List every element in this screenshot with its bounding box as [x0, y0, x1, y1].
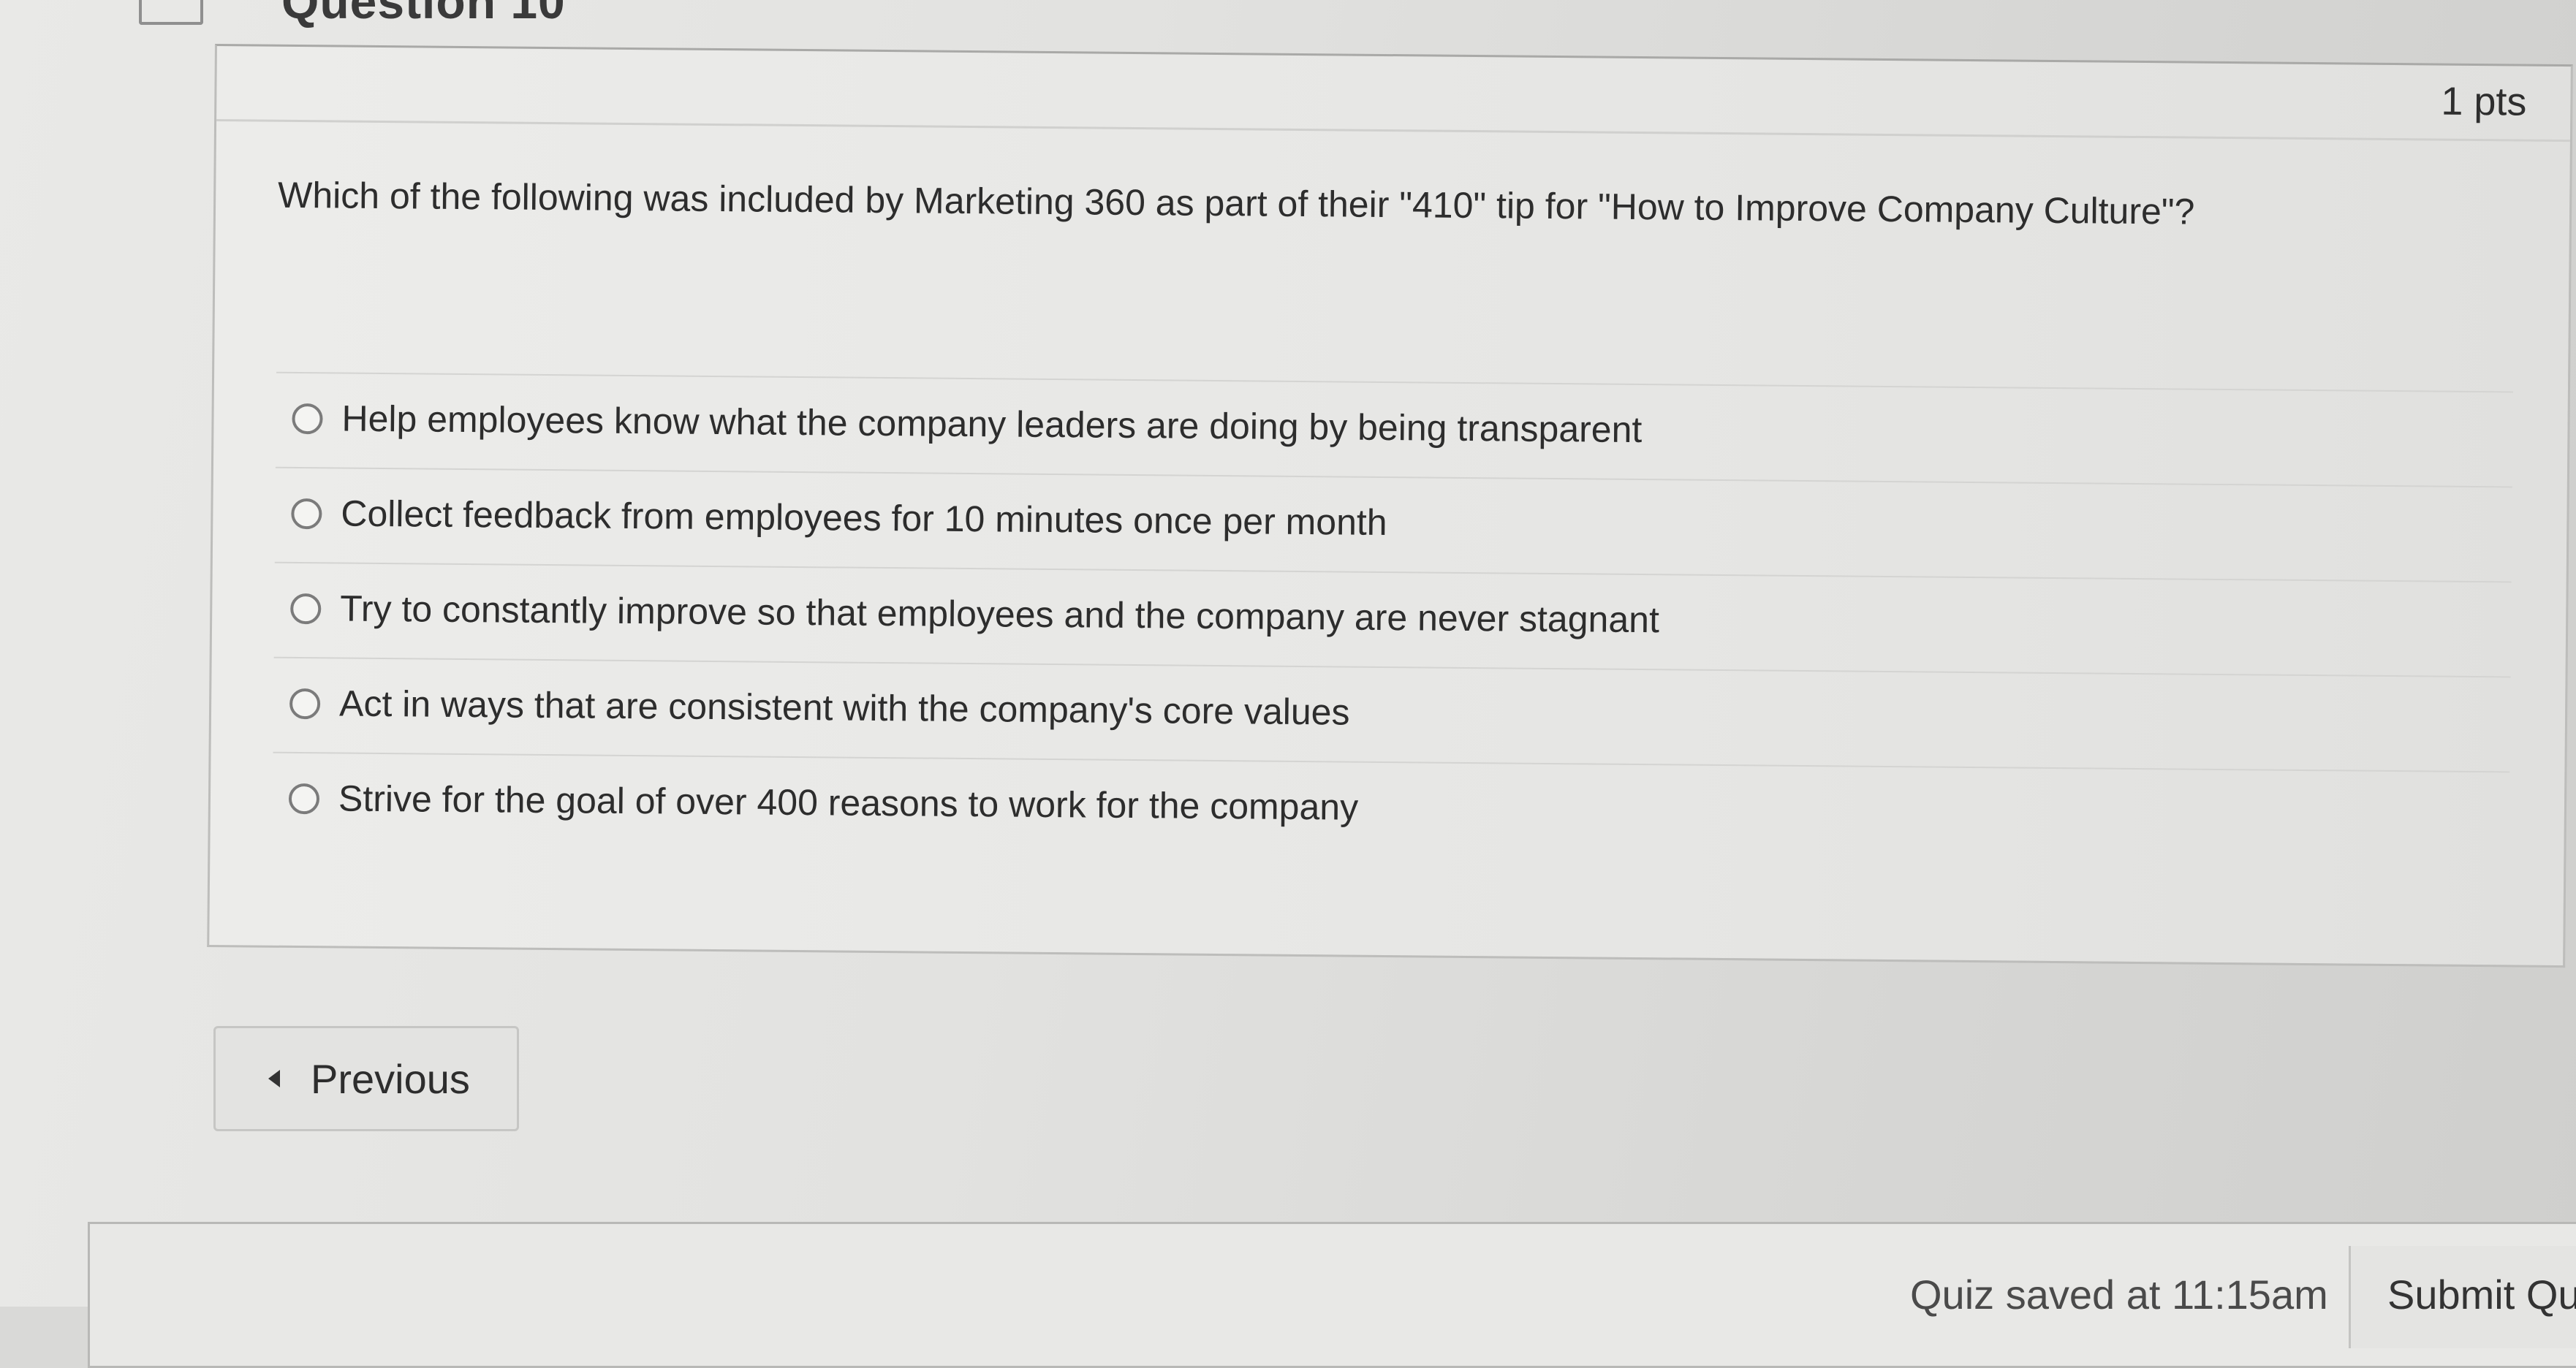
previous-button[interactable]: Previous: [213, 1026, 519, 1131]
answer-label[interactable]: Strive for the goal of over 400 reasons …: [338, 777, 1359, 829]
radio-button[interactable]: [292, 403, 323, 435]
quiz-saved-status: Quiz saved at 11:15am: [1910, 1272, 2328, 1318]
answer-label[interactable]: Help employees know what the company lea…: [341, 397, 1642, 452]
quiz-footer: Quiz saved at 11:15am Submit Qui: [88, 1222, 2576, 1368]
radio-button[interactable]: [291, 498, 322, 530]
answer-label[interactable]: Try to constantly improve so that employ…: [340, 587, 1659, 642]
submit-quiz-label: Submit Qui: [2387, 1272, 2576, 1318]
flag-question-icon[interactable]: [139, 0, 203, 25]
answer-list: Help employees know what the company lea…: [272, 371, 2513, 867]
answer-label[interactable]: Act in ways that are consistent with the…: [339, 682, 1350, 734]
points-label: 1 pts: [2441, 79, 2527, 124]
submit-quiz-button[interactable]: Submit Qui: [2349, 1246, 2576, 1348]
radio-button[interactable]: [289, 688, 321, 720]
question-text: Which of the following was included by M…: [277, 174, 2195, 232]
previous-label: Previous: [311, 1056, 470, 1102]
radio-button[interactable]: [288, 783, 320, 815]
question-title: Question 10: [281, 0, 566, 28]
answer-label[interactable]: Collect feedback from employees for 10 m…: [341, 492, 1387, 544]
question-panel: 1 pts Which of the following was include…: [207, 44, 2573, 968]
answer-option[interactable]: Strive for the goal of over 400 reasons …: [272, 753, 2509, 867]
radio-button[interactable]: [290, 593, 322, 625]
caret-left-icon: [268, 1070, 280, 1087]
